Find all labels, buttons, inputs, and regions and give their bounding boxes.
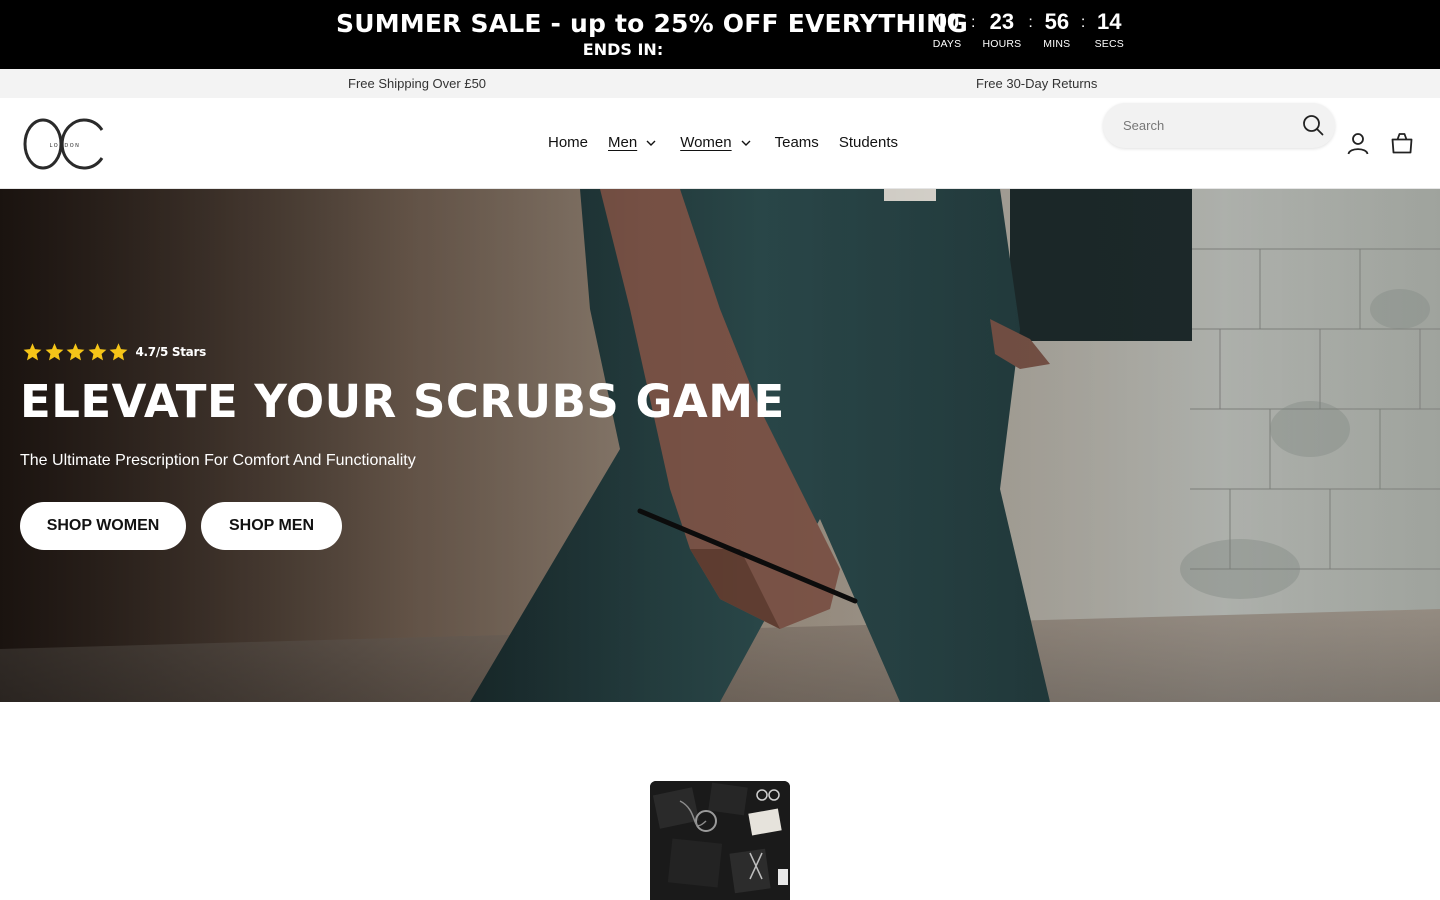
countdown-secs-value: 14 <box>1097 9 1122 34</box>
logo[interactable]: LONDON <box>22 117 108 171</box>
chevron-down-icon <box>646 140 656 146</box>
hero-banner: 4.7/5 Stars ELEVATE YOUR SCRUBS GAME The… <box>0 189 1440 702</box>
countdown-hours-value: 23 <box>989 9 1015 34</box>
account-icon <box>1347 133 1369 155</box>
countdown-mins: 56 MINS <box>1040 9 1074 51</box>
usp-free-returns: Free 30-Day Returns <box>976 76 1098 91</box>
countdown-separator: : <box>1028 14 1033 31</box>
main-nav: Home Men Women Teams Students <box>548 134 898 151</box>
countdown-days-value: 00 <box>934 9 960 34</box>
account-button[interactable] <box>1344 129 1372 157</box>
nav-men[interactable]: Men <box>608 134 656 151</box>
star-icon <box>88 343 106 361</box>
shop-women-button[interactable]: SHOP WOMEN <box>20 502 186 550</box>
collection-thumbnail[interactable] <box>650 781 790 900</box>
search-input[interactable] <box>1123 115 1293 135</box>
cart-button[interactable] <box>1388 129 1416 157</box>
search-icon <box>1303 115 1324 136</box>
nav-home-label: Home <box>548 134 589 151</box>
nav-students-label: Students <box>838 134 899 151</box>
logo-text: LONDON <box>50 143 81 149</box>
nav-women[interactable]: Women <box>680 134 751 151</box>
countdown-separator: : <box>1080 14 1086 31</box>
sale-title: SUMMER SALE - up to 25% OFF EVERYTHING <box>336 9 968 38</box>
countdown-mins-label: MINS <box>1043 38 1071 50</box>
star-icon <box>23 343 42 361</box>
logo-mark: LONDON <box>23 118 104 170</box>
usp-bar: Free Shipping Over £50 Free 30-Day Retur… <box>0 69 1440 98</box>
countdown-secs-label: SECS <box>1094 38 1124 50</box>
nav-teams[interactable]: Teams <box>775 134 819 151</box>
star-icon <box>109 343 128 361</box>
flatlay-image <box>650 781 790 900</box>
countdown-hours: 23 HOURS <box>982 9 1021 51</box>
site-header: LONDON Home Men Women Teams Students <box>0 98 1440 189</box>
countdown-mins-value: 56 <box>1044 9 1070 34</box>
hero-subtitle: The Ultimate Prescription For Comfort An… <box>20 452 416 469</box>
usp-free-shipping: Free Shipping Over £50 <box>348 76 487 91</box>
countdown-separator: : <box>971 14 976 31</box>
hero-title: ELEVATE YOUR SCRUBS GAME <box>20 375 785 428</box>
search-box <box>1103 103 1335 148</box>
search-button[interactable] <box>1299 111 1327 139</box>
rating: 4.7/5 Stars <box>22 342 206 362</box>
countdown-days-label: DAYS <box>932 38 962 50</box>
cart-icon <box>1391 133 1413 154</box>
countdown-hours-label: HOURS <box>982 38 1022 50</box>
nav-home[interactable]: Home <box>548 134 588 151</box>
star-icon <box>66 343 85 361</box>
announcement-bar: SUMMER SALE - up to 25% OFF EVERYTHING E… <box>0 0 1440 69</box>
nav-students[interactable]: Students <box>839 134 898 151</box>
nav-teams-label: Teams <box>774 134 819 151</box>
countdown-timer: 00 DAYS : 23 HOURS : 56 MINS : 14 SECS <box>930 9 1126 53</box>
nav-men-label: Men <box>608 134 638 151</box>
sale-text: SUMMER SALE - up to 25% OFF EVERYTHING E… <box>336 9 968 60</box>
chevron-down-icon <box>741 140 751 146</box>
rating-text: 4.7/5 Stars <box>135 345 207 359</box>
rating-stars <box>22 342 130 362</box>
countdown-secs: 14 SECS <box>1092 9 1126 51</box>
star-icon <box>45 343 63 361</box>
shop-men-button[interactable]: SHOP MEN <box>201 502 342 550</box>
hero-image <box>0 189 1440 702</box>
nav-women-label: Women <box>680 134 732 151</box>
sale-ends-label: ENDS IN: <box>582 40 664 59</box>
countdown-days: 00 DAYS <box>930 9 964 51</box>
